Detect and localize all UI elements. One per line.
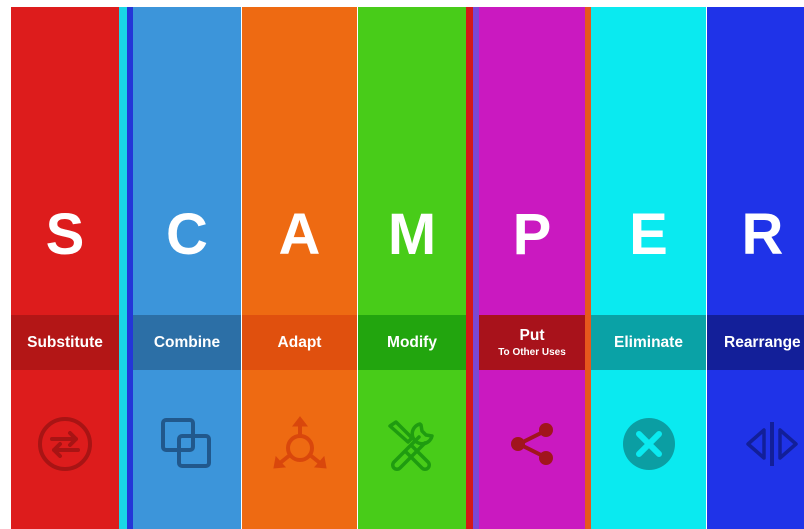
column-eliminate: E Eliminate [591,7,706,529]
separator-stripe-cyan [119,7,127,529]
letter-e: E [629,202,668,267]
band-adapt: Adapt [242,315,357,370]
band-eliminate: Eliminate [591,315,706,370]
flip-arrows-icon [742,414,804,474]
label-put: Put [519,326,545,344]
column-rearrange: R Rearrange [707,7,804,529]
remove-circle-icon [619,414,679,474]
column-put: P Put To Other Uses [479,7,585,529]
label-rearrange: Rearrange [724,333,801,351]
letter-p: P [512,202,552,267]
overlapping-squares-icon [157,414,217,474]
letter-m: M [387,202,437,267]
adapt-arrows-icon [270,414,330,474]
letter-s: S [45,202,85,267]
band-put: Put To Other Uses [479,315,585,370]
band-substitute: Substitute [11,315,119,370]
label-eliminate: Eliminate [614,333,683,351]
label-adapt: Adapt [277,333,322,351]
letter-r: R [741,202,784,267]
band-combine: Combine [133,315,241,370]
letter-a: A [278,202,321,267]
label-combine: Combine [153,333,221,351]
label-put-subtitle: To Other Uses [498,346,566,358]
share-icon [502,414,562,474]
swap-arrows-icon [35,414,95,474]
scamper-diagram: S Substitute C Combine A Adapt M Modify … [0,0,804,529]
label-substitute: Substitute [27,333,103,351]
column-adapt: A Adapt [242,7,357,529]
band-modify: Modify [358,315,466,370]
letter-c: C [166,202,208,267]
band-rearrange: Rearrange [707,315,804,370]
column-substitute: S Substitute [11,7,119,529]
label-modify: Modify [387,333,437,351]
tools-icon [382,414,442,474]
separator-stripe-red [466,7,473,529]
column-combine: C Combine [133,7,241,529]
column-modify: M Modify [358,7,466,529]
